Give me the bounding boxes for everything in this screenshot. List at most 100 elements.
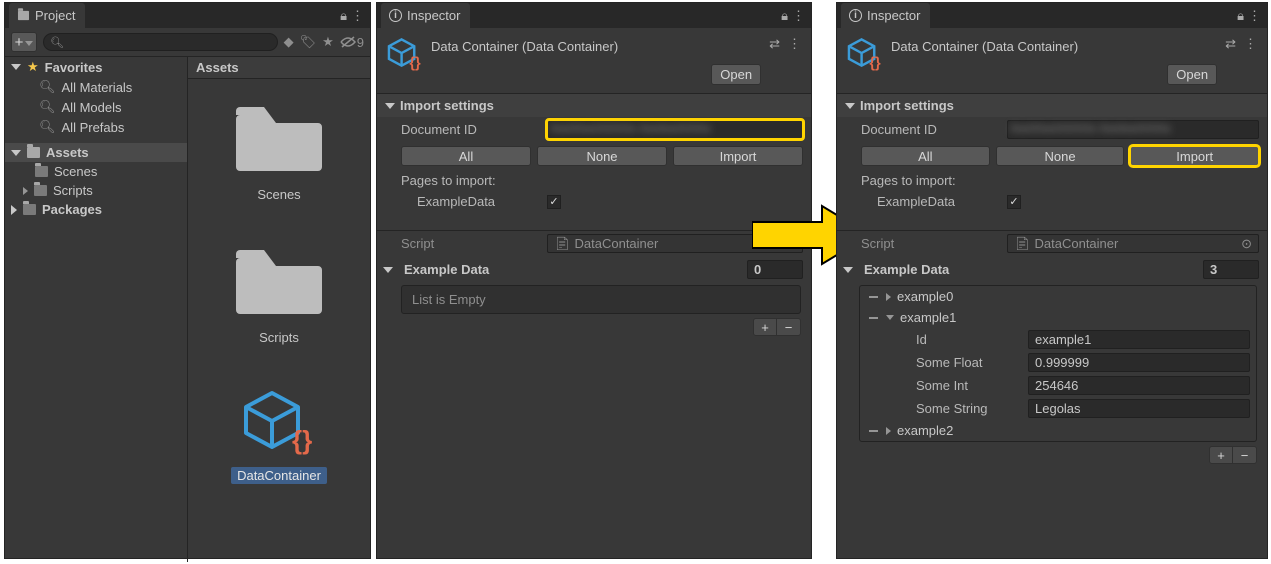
component-menu-icon[interactable]: ⋮ bbox=[788, 36, 801, 52]
folder-icon bbox=[236, 103, 322, 171]
float-input[interactable]: 0.999999 bbox=[1028, 353, 1250, 372]
list-add-button[interactable]: + bbox=[753, 318, 777, 336]
open-button[interactable]: Open bbox=[1167, 64, 1217, 85]
script-label: Script bbox=[401, 236, 541, 251]
project-tab[interactable]: Project bbox=[9, 3, 85, 28]
empty-list-box: List is Empty bbox=[401, 285, 801, 314]
svg-text:{}: {} bbox=[869, 56, 881, 72]
example-data-label[interactable]: Example Data bbox=[404, 262, 489, 277]
grid-item-label: Scripts bbox=[259, 330, 299, 345]
id-input[interactable]: example1 bbox=[1028, 330, 1250, 349]
filter-label-icon[interactable]: 🏷︎ bbox=[300, 34, 317, 50]
favorites-header[interactable]: ★ Favorites bbox=[5, 57, 187, 77]
select-all-button[interactable]: All bbox=[401, 146, 531, 166]
list-count-input[interactable]: 3 bbox=[1203, 260, 1259, 279]
inspector-tab[interactable]: i Inspector bbox=[381, 3, 470, 28]
project-tree: ★ Favorites 🔍︎All Materials 🔍︎All Models… bbox=[5, 57, 188, 562]
filter-type-icon[interactable]: ◆︎ bbox=[284, 34, 294, 50]
list-remove-button[interactable]: − bbox=[1233, 446, 1257, 464]
hidden-icon[interactable]: 9 bbox=[340, 35, 364, 50]
assets-header[interactable]: Assets bbox=[5, 143, 187, 162]
list-item-label: example2 bbox=[897, 423, 953, 438]
blurred-value: XxxXXxxXXXXXx XxxXxxXXXXx bbox=[550, 123, 800, 136]
page-checkbox[interactable]: ✓ bbox=[1007, 195, 1021, 209]
fav-label: All Prefabs bbox=[62, 120, 125, 135]
inspector-tabbar: i Inspector 🔒︎⋮ bbox=[837, 3, 1267, 28]
context-menu-icon[interactable]: ⋮ bbox=[1248, 8, 1261, 24]
add-button[interactable]: + bbox=[11, 32, 37, 52]
field-label-float: Some Float bbox=[916, 355, 1022, 370]
list-remove-button[interactable]: − bbox=[777, 318, 801, 336]
scriptable-object-icon: {} bbox=[387, 36, 423, 72]
list-box: example0 example1 Id example1 Some Float… bbox=[859, 285, 1257, 442]
preset-icon[interactable]: ⇄ bbox=[769, 36, 780, 52]
list-item[interactable]: example0 bbox=[860, 286, 1256, 307]
select-none-button[interactable]: None bbox=[537, 146, 667, 166]
example-data-label[interactable]: Example Data bbox=[864, 262, 949, 277]
object-picker-icon[interactable]: ⊙ bbox=[1241, 236, 1252, 252]
inspector-tab[interactable]: i Inspector bbox=[841, 3, 930, 28]
import-settings-header[interactable]: Import settings bbox=[377, 94, 811, 117]
favorite-star-icon[interactable]: ★ bbox=[322, 34, 334, 50]
grid-item-label: Scenes bbox=[257, 187, 300, 202]
search-icon: 🔍︎ bbox=[39, 119, 56, 135]
int-input[interactable]: 254646 bbox=[1028, 376, 1250, 395]
project-search-input[interactable]: 🔍︎ bbox=[43, 33, 278, 51]
inspector-panel-after: i Inspector 🔒︎⋮ {} Data Container (Data … bbox=[836, 2, 1268, 559]
drag-handle-icon[interactable] bbox=[866, 296, 880, 298]
grid-item-folder[interactable]: Scenes bbox=[236, 103, 322, 202]
lock-icon[interactable]: 🔒︎ bbox=[340, 8, 347, 24]
tree-item-scenes[interactable]: Scenes bbox=[5, 162, 187, 181]
folder-icon bbox=[35, 166, 48, 177]
drag-handle-icon[interactable] bbox=[866, 317, 880, 319]
import-button[interactable]: Import bbox=[673, 146, 803, 166]
import-settings-header[interactable]: Import settings bbox=[837, 94, 1267, 117]
open-button[interactable]: Open bbox=[711, 64, 761, 85]
list-item[interactable]: example1 bbox=[860, 307, 1256, 328]
component-menu-icon[interactable]: ⋮ bbox=[1244, 36, 1257, 52]
string-input[interactable]: Legolas bbox=[1028, 399, 1250, 418]
fav-item-prefabs[interactable]: 🔍︎ All Prefabs bbox=[5, 117, 187, 137]
page-item-label: ExampleData bbox=[417, 194, 541, 209]
import-button[interactable]: Import bbox=[1130, 146, 1259, 166]
document-id-input[interactable]: XxxXXxxXXXXXx XxxXxxXXXXx bbox=[547, 120, 803, 139]
doc-id-label: Document ID bbox=[401, 122, 541, 137]
script-label: Script bbox=[861, 236, 1001, 251]
context-menu-icon[interactable]: ⋮ bbox=[792, 8, 805, 24]
chevron-right-icon bbox=[11, 205, 17, 215]
script-icon: 📄︎ bbox=[1014, 236, 1031, 252]
tree-item-scripts[interactable]: Scripts bbox=[5, 181, 187, 200]
drag-handle-icon[interactable] bbox=[866, 430, 880, 432]
lock-icon[interactable]: 🔒︎ bbox=[1237, 8, 1244, 24]
field-label-int: Some Int bbox=[916, 378, 1022, 393]
folder-icon bbox=[34, 185, 47, 196]
fav-item-materials[interactable]: 🔍︎All Materials bbox=[5, 77, 187, 97]
page-checkbox[interactable]: ✓ bbox=[547, 195, 561, 209]
star-icon: ★ bbox=[27, 59, 39, 75]
script-field: 📄︎ DataContainer ⊙ bbox=[1007, 234, 1259, 253]
preset-icon[interactable]: ⇄ bbox=[1225, 36, 1236, 52]
context-menu-icon[interactable]: ⋮ bbox=[351, 8, 364, 24]
blurred-value: XxxXXxxXXXXXx XxxXxxXXXXx bbox=[1010, 123, 1256, 136]
assets-label: Assets bbox=[46, 145, 89, 160]
select-all-button[interactable]: All bbox=[861, 146, 990, 166]
project-panel: Project 🔒︎ ⋮ + 🔍︎ ◆︎ 🏷︎ ★ 9 ★ Favorit bbox=[4, 2, 371, 559]
document-id-input[interactable]: XxxXXxxXXXXXx XxxXxxXXXXx bbox=[1007, 120, 1259, 139]
page-item-label: ExampleData bbox=[877, 194, 1001, 209]
select-none-button[interactable]: None bbox=[996, 146, 1125, 166]
breadcrumb[interactable]: Assets bbox=[188, 57, 370, 79]
search-icon: 🔍︎ bbox=[50, 36, 64, 49]
grid-item-label-selected: DataContainer bbox=[231, 467, 327, 484]
chevron-down-icon bbox=[845, 103, 855, 109]
section-label: Import settings bbox=[860, 98, 954, 113]
list-item[interactable]: example2 bbox=[860, 420, 1256, 441]
grid-item-asset[interactable]: {} DataContainer bbox=[231, 389, 327, 484]
list-add-button[interactable]: + bbox=[1209, 446, 1233, 464]
grid-item-folder[interactable]: Scripts bbox=[236, 246, 322, 345]
scriptable-object-icon: {} bbox=[242, 389, 316, 457]
lock-icon[interactable]: 🔒︎ bbox=[781, 8, 788, 24]
tree-label: Scenes bbox=[54, 164, 97, 179]
grid-header: Assets bbox=[196, 60, 239, 75]
packages-header[interactable]: Packages bbox=[5, 200, 187, 219]
fav-item-models[interactable]: 🔍︎All Models bbox=[5, 97, 187, 117]
